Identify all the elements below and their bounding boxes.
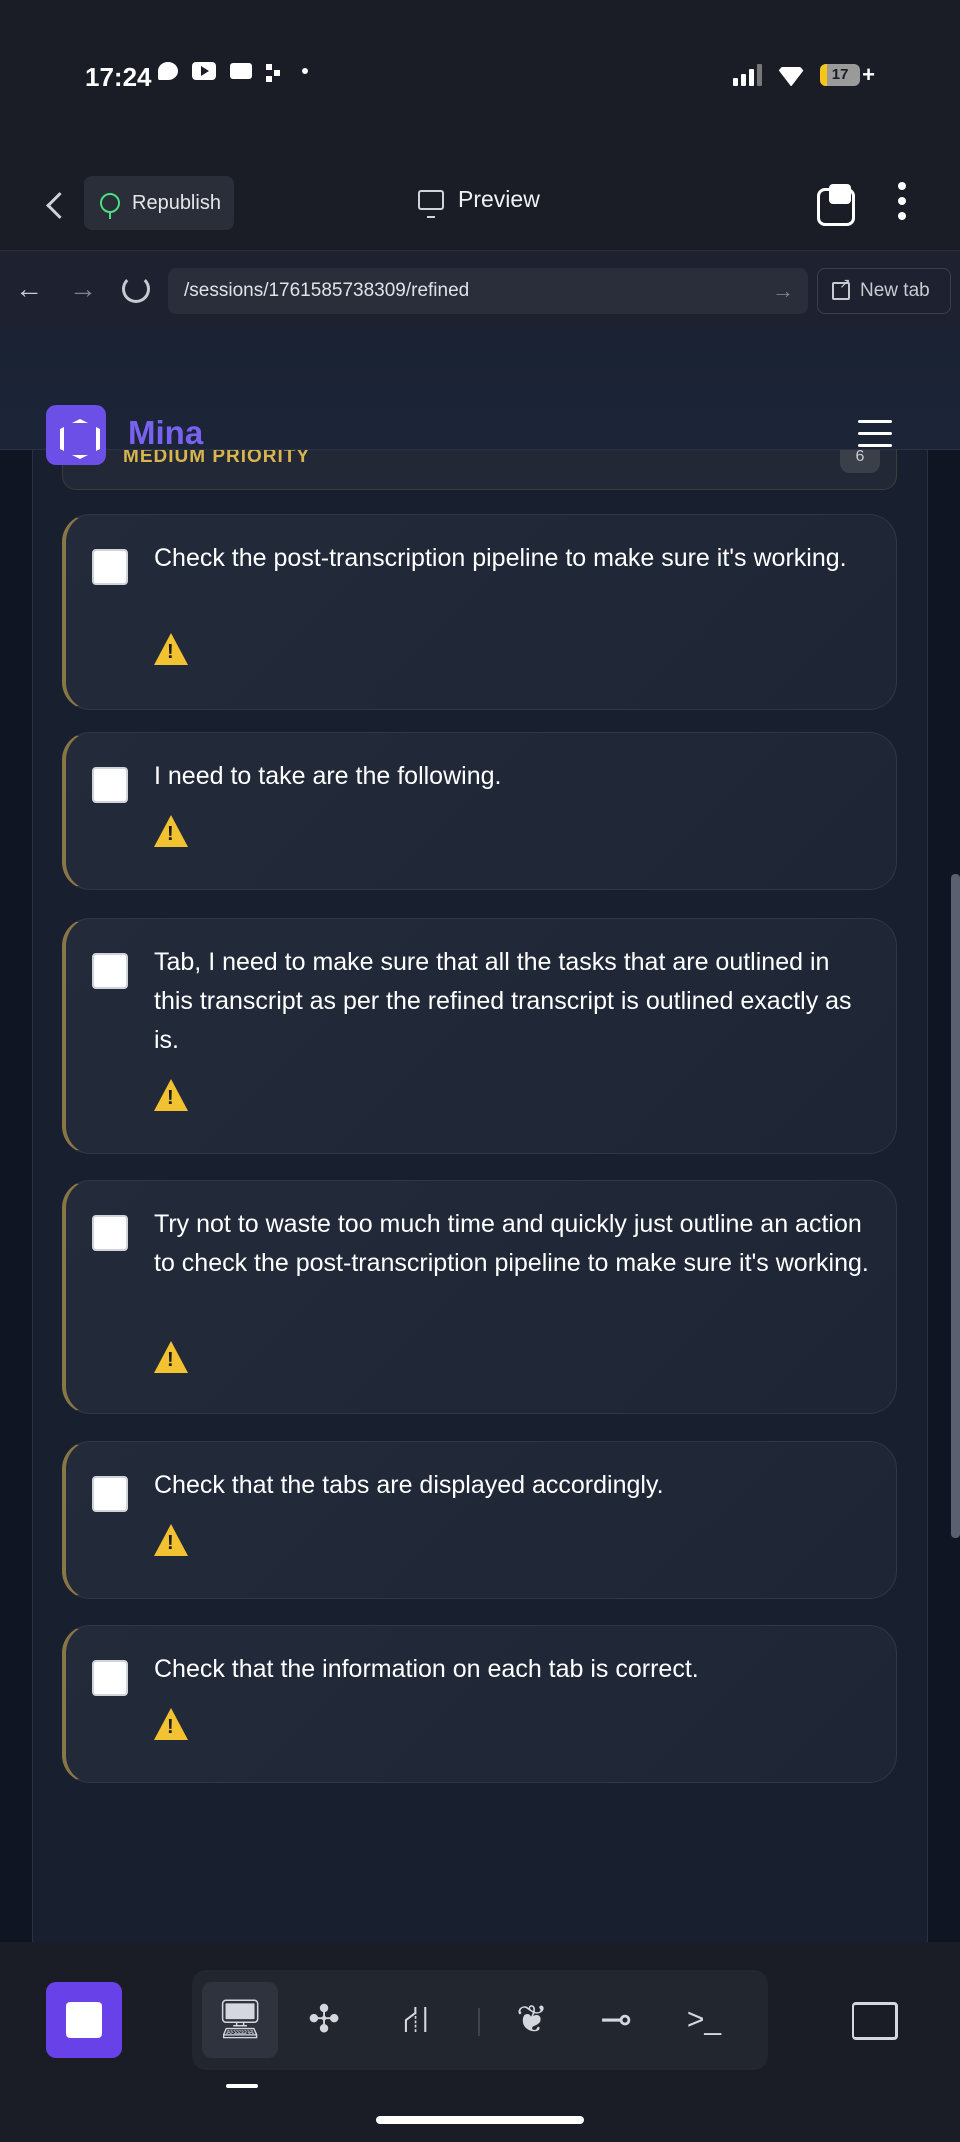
go-arrow-icon[interactable]: → bbox=[772, 268, 794, 314]
battery-icon: 17 + bbox=[820, 62, 875, 88]
signal-icon bbox=[733, 64, 763, 86]
task-card[interactable]: I need to take are the following. bbox=[62, 732, 897, 890]
active-tab-indicator bbox=[226, 2084, 258, 2088]
task-text: I need to take are the following. bbox=[154, 762, 502, 790]
monitor-icon bbox=[418, 189, 444, 218]
external-link-icon bbox=[832, 275, 851, 300]
web-page: MEDIUM PRIORITY 6 Mina Check the post-tr… bbox=[0, 328, 960, 1942]
status-bar: 17:24 17 + bbox=[0, 0, 960, 160]
shell-tool[interactable]: ❦ bbox=[494, 1982, 570, 2058]
app-header: Republish Preview bbox=[0, 160, 960, 250]
task-card[interactable]: Check the post-transcription pipeline to… bbox=[62, 514, 897, 710]
republish-label: Republish bbox=[132, 191, 221, 214]
new-tab-button[interactable]: New tab bbox=[817, 268, 951, 314]
republish-icon bbox=[100, 193, 120, 219]
browser-forward-button[interactable]: → bbox=[68, 275, 98, 305]
chat-bubble-icon bbox=[158, 62, 178, 80]
warning-icon bbox=[154, 1341, 190, 1375]
task-text: Tab, I need to make sure that all the ta… bbox=[154, 948, 852, 1054]
tool-divider bbox=[478, 2008, 480, 2036]
republish-button[interactable]: Republish bbox=[84, 176, 234, 230]
deploy-tool[interactable]: ⛙ bbox=[378, 1982, 454, 2058]
battery-fill bbox=[820, 64, 827, 86]
task-card[interactable]: Tab, I need to make sure that all the ta… bbox=[62, 918, 897, 1154]
warning-icon bbox=[154, 1079, 190, 1113]
logo-icon[interactable] bbox=[46, 405, 106, 465]
charging-icon: + bbox=[862, 62, 875, 87]
system-icons: 17 + bbox=[733, 62, 875, 88]
notification-icons bbox=[158, 62, 308, 80]
mail-icon bbox=[230, 63, 252, 79]
tabs-switcher-button[interactable] bbox=[815, 182, 855, 226]
preview-title[interactable]: Preview bbox=[418, 186, 540, 218]
preview-icon: 🖥 bbox=[215, 1999, 265, 2041]
warning-icon bbox=[154, 633, 190, 667]
more-options-button[interactable] bbox=[895, 182, 909, 224]
warning-icon bbox=[154, 1524, 190, 1558]
warning-icon bbox=[154, 815, 190, 849]
preview-label: Preview bbox=[458, 186, 540, 212]
url-text: /sessions/1761585738309/refined bbox=[184, 280, 470, 301]
task-text: Check the post-transcription pipeline to… bbox=[154, 544, 847, 572]
browser-bar: ← → /sessions/1761585738309/refined → Ne… bbox=[0, 250, 960, 328]
agents-tool[interactable]: ✣ bbox=[286, 1982, 362, 2058]
task-text: Check that the tabs are displayed accord… bbox=[154, 1471, 664, 1499]
console-tool[interactable]: >_ bbox=[666, 1982, 742, 2058]
browser-back-button[interactable]: ← bbox=[14, 275, 44, 305]
page-scrollbar[interactable] bbox=[951, 874, 960, 1538]
task-checkbox[interactable] bbox=[92, 1660, 128, 1696]
wifi-icon bbox=[776, 64, 806, 86]
notification-dot-icon bbox=[302, 68, 308, 74]
git-tool[interactable]: ⊸ bbox=[578, 1982, 654, 2058]
menu-icon[interactable] bbox=[858, 420, 892, 448]
task-checkbox[interactable] bbox=[92, 549, 128, 585]
task-checkbox[interactable] bbox=[92, 1476, 128, 1512]
site-navbar: Mina bbox=[0, 328, 960, 465]
task-checkbox[interactable] bbox=[92, 1215, 128, 1251]
task-text: Try not to waste too much time and quick… bbox=[154, 1210, 869, 1277]
home-indicator[interactable] bbox=[376, 2116, 584, 2124]
side-panel-toggle-icon[interactable] bbox=[852, 2002, 898, 2040]
reload-icon[interactable] bbox=[122, 275, 150, 303]
new-tab-label: New tab bbox=[860, 280, 930, 301]
task-card[interactable]: Check that the tabs are displayed accord… bbox=[62, 1441, 897, 1599]
tool-group: 🖥 ✣ ⛙ ❦ ⊸ >_ bbox=[192, 1970, 768, 2070]
task-card[interactable]: Try not to waste too much time and quick… bbox=[62, 1180, 897, 1414]
deploy-icon: ⛙ bbox=[402, 1999, 430, 2041]
git-icon: ⊸ bbox=[600, 1999, 632, 2041]
preview-tool[interactable]: 🖥 bbox=[202, 1982, 278, 2058]
status-time: 17:24 bbox=[85, 62, 152, 92]
youtube-icon bbox=[192, 62, 216, 80]
task-text: Check that the information on each tab i… bbox=[154, 1655, 699, 1683]
back-button[interactable] bbox=[36, 184, 76, 224]
dots-icon bbox=[266, 62, 282, 80]
bottom-toolbar: 🖥 ✣ ⛙ ❦ ⊸ >_ bbox=[0, 1942, 960, 2142]
task-checkbox[interactable] bbox=[92, 953, 128, 989]
task-card[interactable]: Check that the information on each tab i… bbox=[62, 1625, 897, 1783]
warning-icon bbox=[154, 1708, 190, 1742]
shell-icon: ❦ bbox=[516, 1999, 548, 2041]
site-logo-text[interactable]: Mina bbox=[128, 414, 203, 452]
task-checkbox[interactable] bbox=[92, 767, 128, 803]
stop-button[interactable] bbox=[46, 1982, 122, 2058]
console-icon: >_ bbox=[686, 2003, 722, 2036]
agents-icon: ✣ bbox=[308, 1999, 340, 2041]
url-input[interactable]: /sessions/1761585738309/refined → bbox=[168, 268, 808, 314]
battery-level: 17 bbox=[831, 66, 849, 83]
